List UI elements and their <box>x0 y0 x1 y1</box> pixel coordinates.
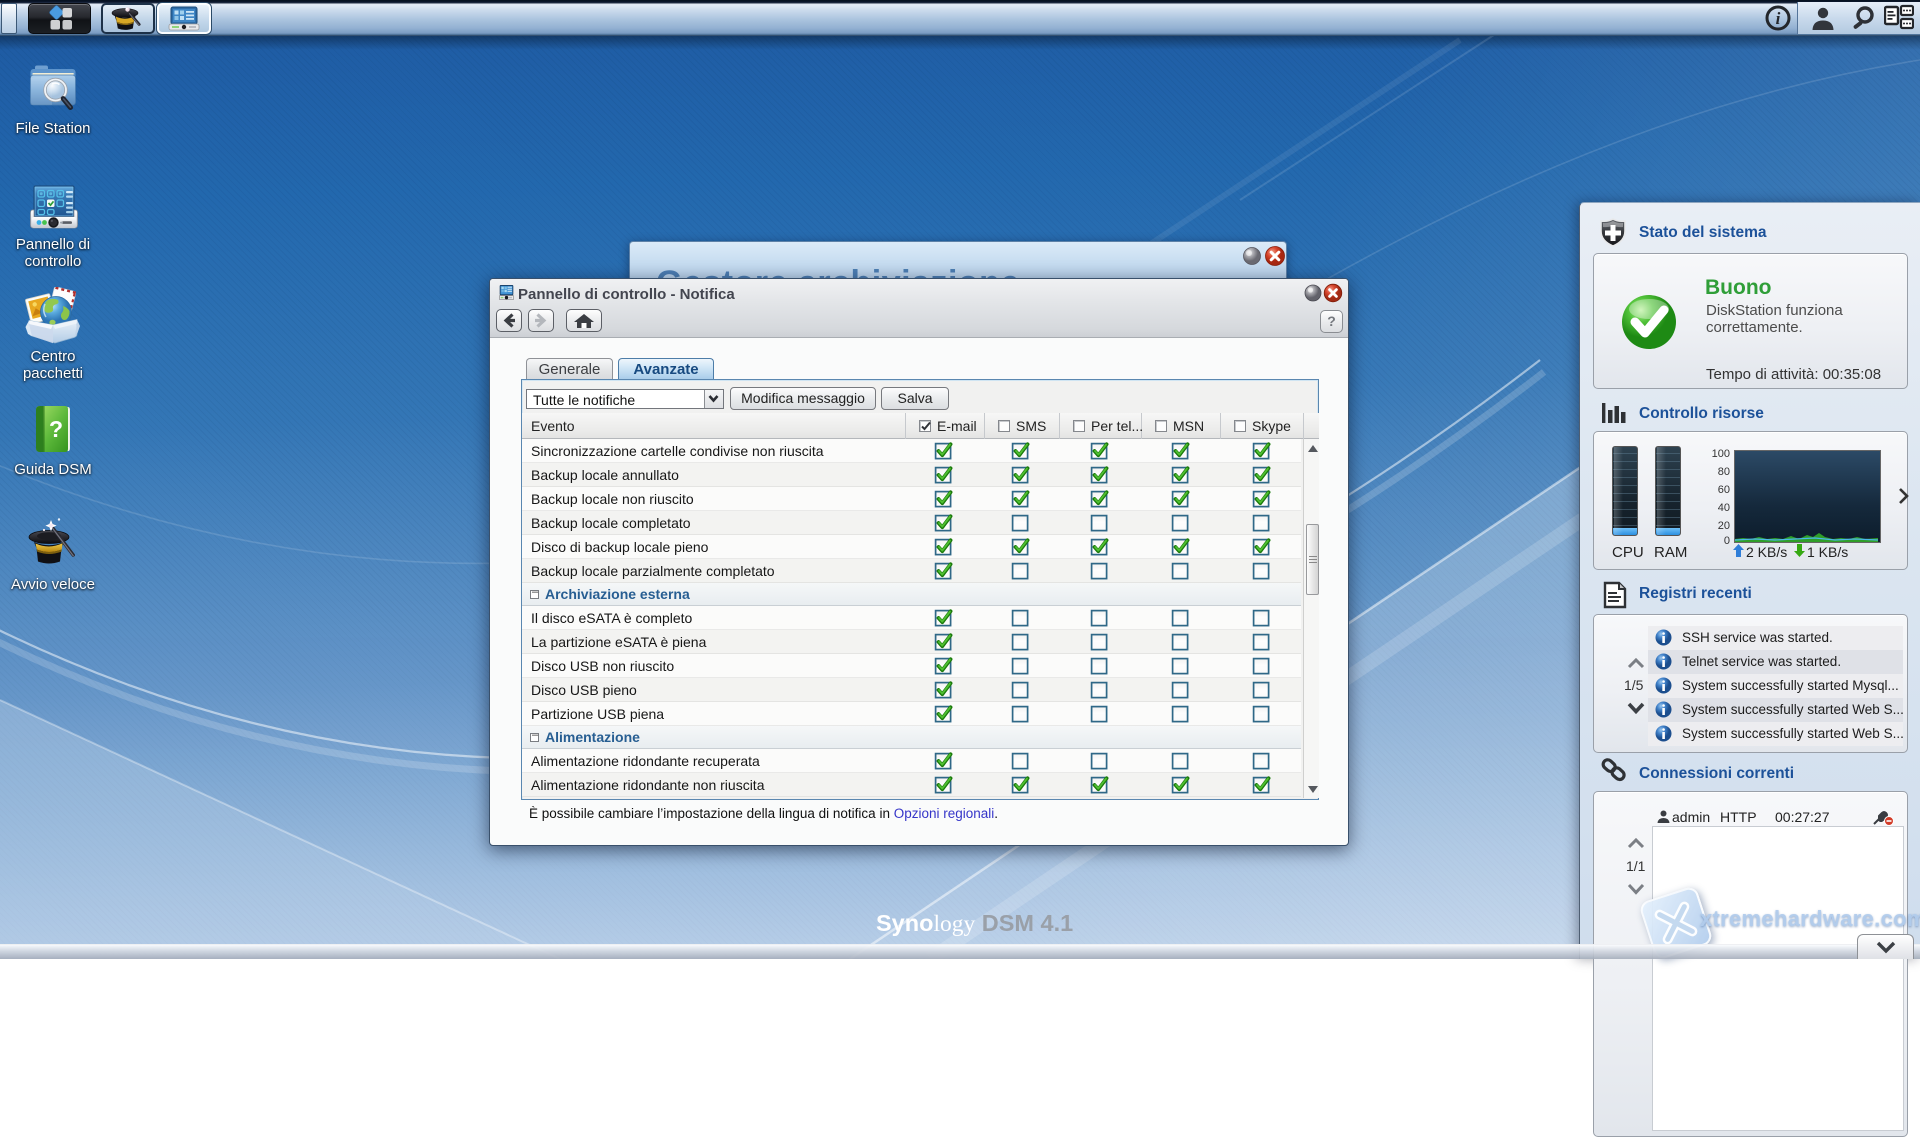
svg-text:?: ? <box>49 416 63 442</box>
svg-text:i: i <box>1776 9 1781 28</box>
